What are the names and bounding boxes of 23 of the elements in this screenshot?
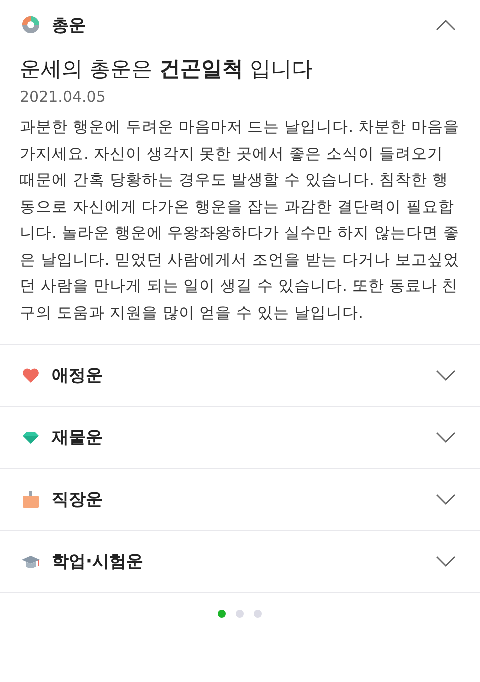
section-title: 직장운 — [52, 489, 104, 511]
expand-icon[interactable] — [436, 556, 456, 568]
expand-icon[interactable] — [436, 432, 456, 444]
page-dot[interactable] — [218, 610, 226, 618]
section-header[interactable]: 총운 — [0, 0, 480, 50]
fortune-headline: 운세의 총운은 건곤일척 입니다 — [20, 56, 314, 83]
collapse-icon[interactable] — [436, 19, 456, 31]
section-title: 총운 — [52, 14, 87, 36]
fortune-text: 과분한 행운에 두려운 마음마저 드는 날입니다. 차분한 마음을 가지세요. 자신이 생각지 못한 곳에서 좋은 소식이 들려오기 때문에 간혹 당황하는 경우도 발생할 수 있습니다. 침착한 행동으로 자신에게 다가온 행운을 잡는 과감한 결단력이 필요합니다. 놀라운 행운에 우왕좌왕하다가 실수만 하지 않는다면 좋은 날입니다. 믿었던 사람에게서 조언을 받는 다거나 보고싶었던 사람을 만나게 되는 일이 생길 수 있습니다. 또한 동료나 친구의 도움과 지원을 많이 얻을 수 있는 날입니다. — [20, 117, 460, 324]
section-title: 애정운 — [52, 365, 104, 387]
page-dot[interactable] — [236, 610, 244, 618]
page-dot[interactable] — [254, 610, 262, 618]
section-header[interactable]: 애정운 — [0, 345, 480, 406]
expand-icon[interactable] — [436, 370, 456, 382]
donut-icon — [21, 15, 41, 35]
section-title: 재물운 — [52, 427, 104, 449]
section-header[interactable]: 직장운 — [0, 469, 480, 530]
section-header[interactable]: 학업·시험운 — [0, 531, 480, 592]
expand-icon[interactable] — [436, 494, 456, 506]
section-title: 학업·시험운 — [52, 551, 144, 573]
fortune-date: 2021.04.05 — [20, 88, 107, 106]
id-badge-icon — [21, 490, 41, 510]
section-header[interactable]: 재물운 — [0, 407, 480, 468]
